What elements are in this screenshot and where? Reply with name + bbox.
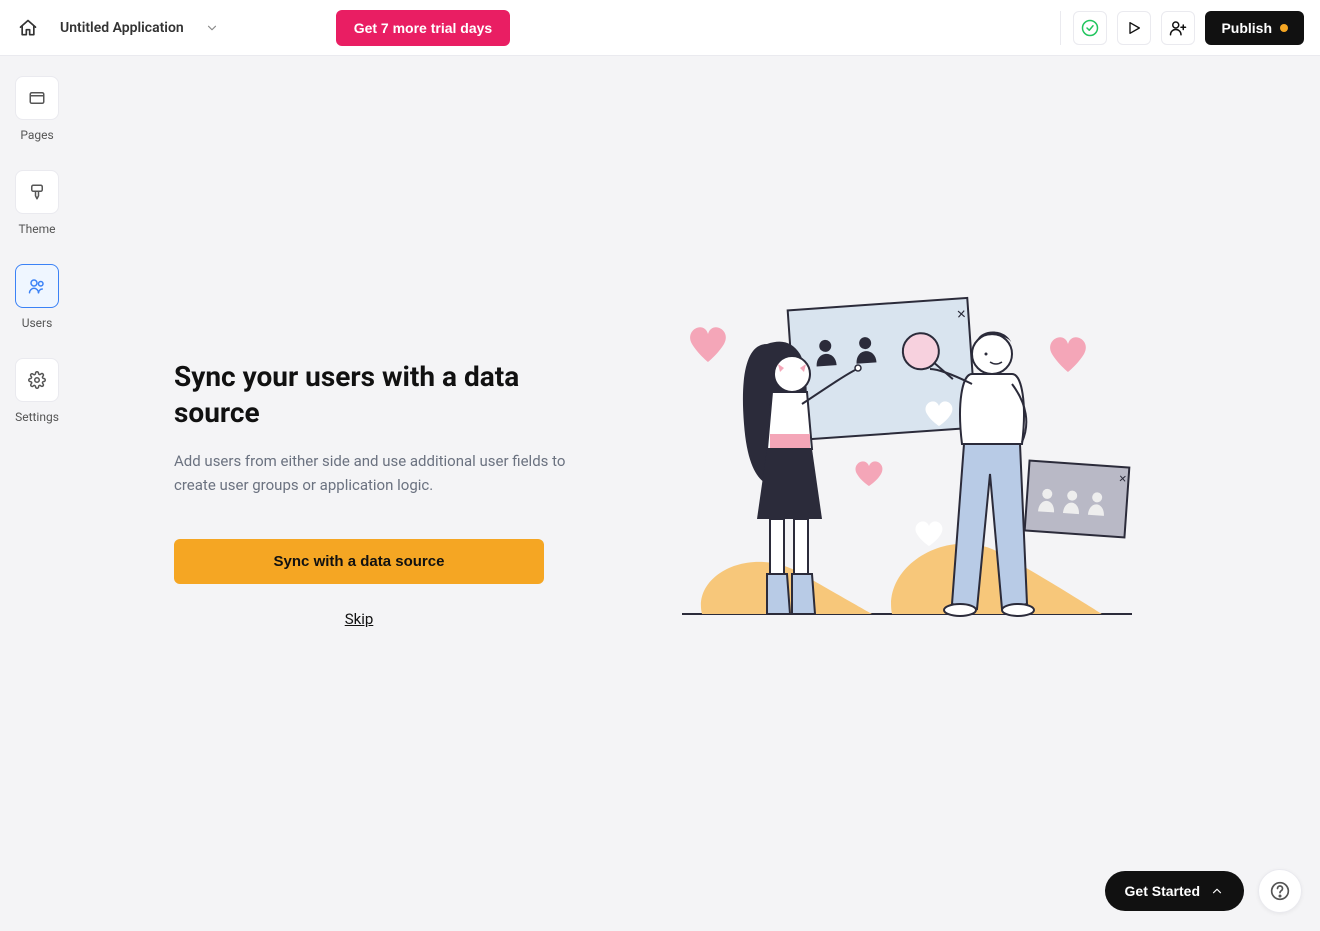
sync-data-source-button[interactable]: Sync with a data source: [174, 539, 544, 584]
publish-button[interactable]: Publish: [1205, 11, 1304, 45]
chevron-up-icon: [1210, 884, 1224, 898]
user-plus-icon: [1169, 19, 1187, 37]
publish-label: Publish: [1221, 20, 1272, 36]
settings-icon: [28, 371, 46, 389]
preview-button[interactable]: [1117, 11, 1151, 45]
illustration-svg: ✕ ✕: [672, 274, 1142, 634]
skip-link[interactable]: Skip: [174, 610, 544, 628]
sidebar-item-users[interactable]: Users: [15, 264, 59, 330]
play-icon: [1126, 20, 1142, 36]
get-started-label: Get Started: [1125, 883, 1200, 899]
header-actions: Publish: [1060, 11, 1304, 45]
settings-icon-box: [15, 358, 59, 402]
app-menu-toggle[interactable]: [200, 16, 224, 40]
svg-text:✕: ✕: [1118, 473, 1127, 485]
page-title: Sync your users with a data source: [174, 359, 594, 432]
invite-user-button[interactable]: [1161, 11, 1195, 45]
chevron-down-icon: [205, 21, 219, 35]
get-started-button[interactable]: Get Started: [1105, 871, 1244, 911]
svg-text:✕: ✕: [956, 306, 967, 321]
status-button[interactable]: [1073, 11, 1107, 45]
pages-icon: [28, 89, 46, 107]
trial-button[interactable]: Get 7 more trial days: [336, 10, 511, 46]
sidebar-item-label: Settings: [15, 410, 59, 424]
sidebar-item-settings[interactable]: Settings: [15, 358, 59, 424]
page-subtext: Add users from either side and use addit…: [174, 449, 594, 497]
help-icon: [1270, 881, 1290, 901]
publish-status-dot: [1280, 24, 1288, 32]
home-button[interactable]: [16, 16, 40, 40]
users-icon-box: [15, 264, 59, 308]
home-icon: [18, 18, 38, 38]
main-content: Sync your users with a data source Add u…: [74, 56, 1320, 931]
floating-actions: Get Started: [1105, 869, 1302, 913]
pages-icon-box: [15, 76, 59, 120]
sidebar-item-theme[interactable]: Theme: [15, 170, 59, 236]
sidebar-item-pages[interactable]: Pages: [15, 76, 59, 142]
check-circle-icon: [1081, 19, 1099, 37]
sidebar-item-label: Pages: [20, 128, 53, 142]
theme-icon: [28, 183, 46, 201]
theme-icon-box: [15, 170, 59, 214]
users-icon: [27, 277, 47, 295]
app-header: Untitled Application Get 7 more trial da…: [0, 0, 1320, 56]
onboarding-illustration: ✕ ✕: [594, 274, 1220, 634]
onboarding-panel: Sync your users with a data source Add u…: [174, 359, 594, 629]
sidebar: Pages Theme Users Settings: [0, 56, 74, 931]
sidebar-item-label: Theme: [18, 222, 55, 236]
help-button[interactable]: [1258, 869, 1302, 913]
sidebar-item-label: Users: [22, 316, 53, 330]
app-title: Untitled Application: [60, 20, 184, 36]
